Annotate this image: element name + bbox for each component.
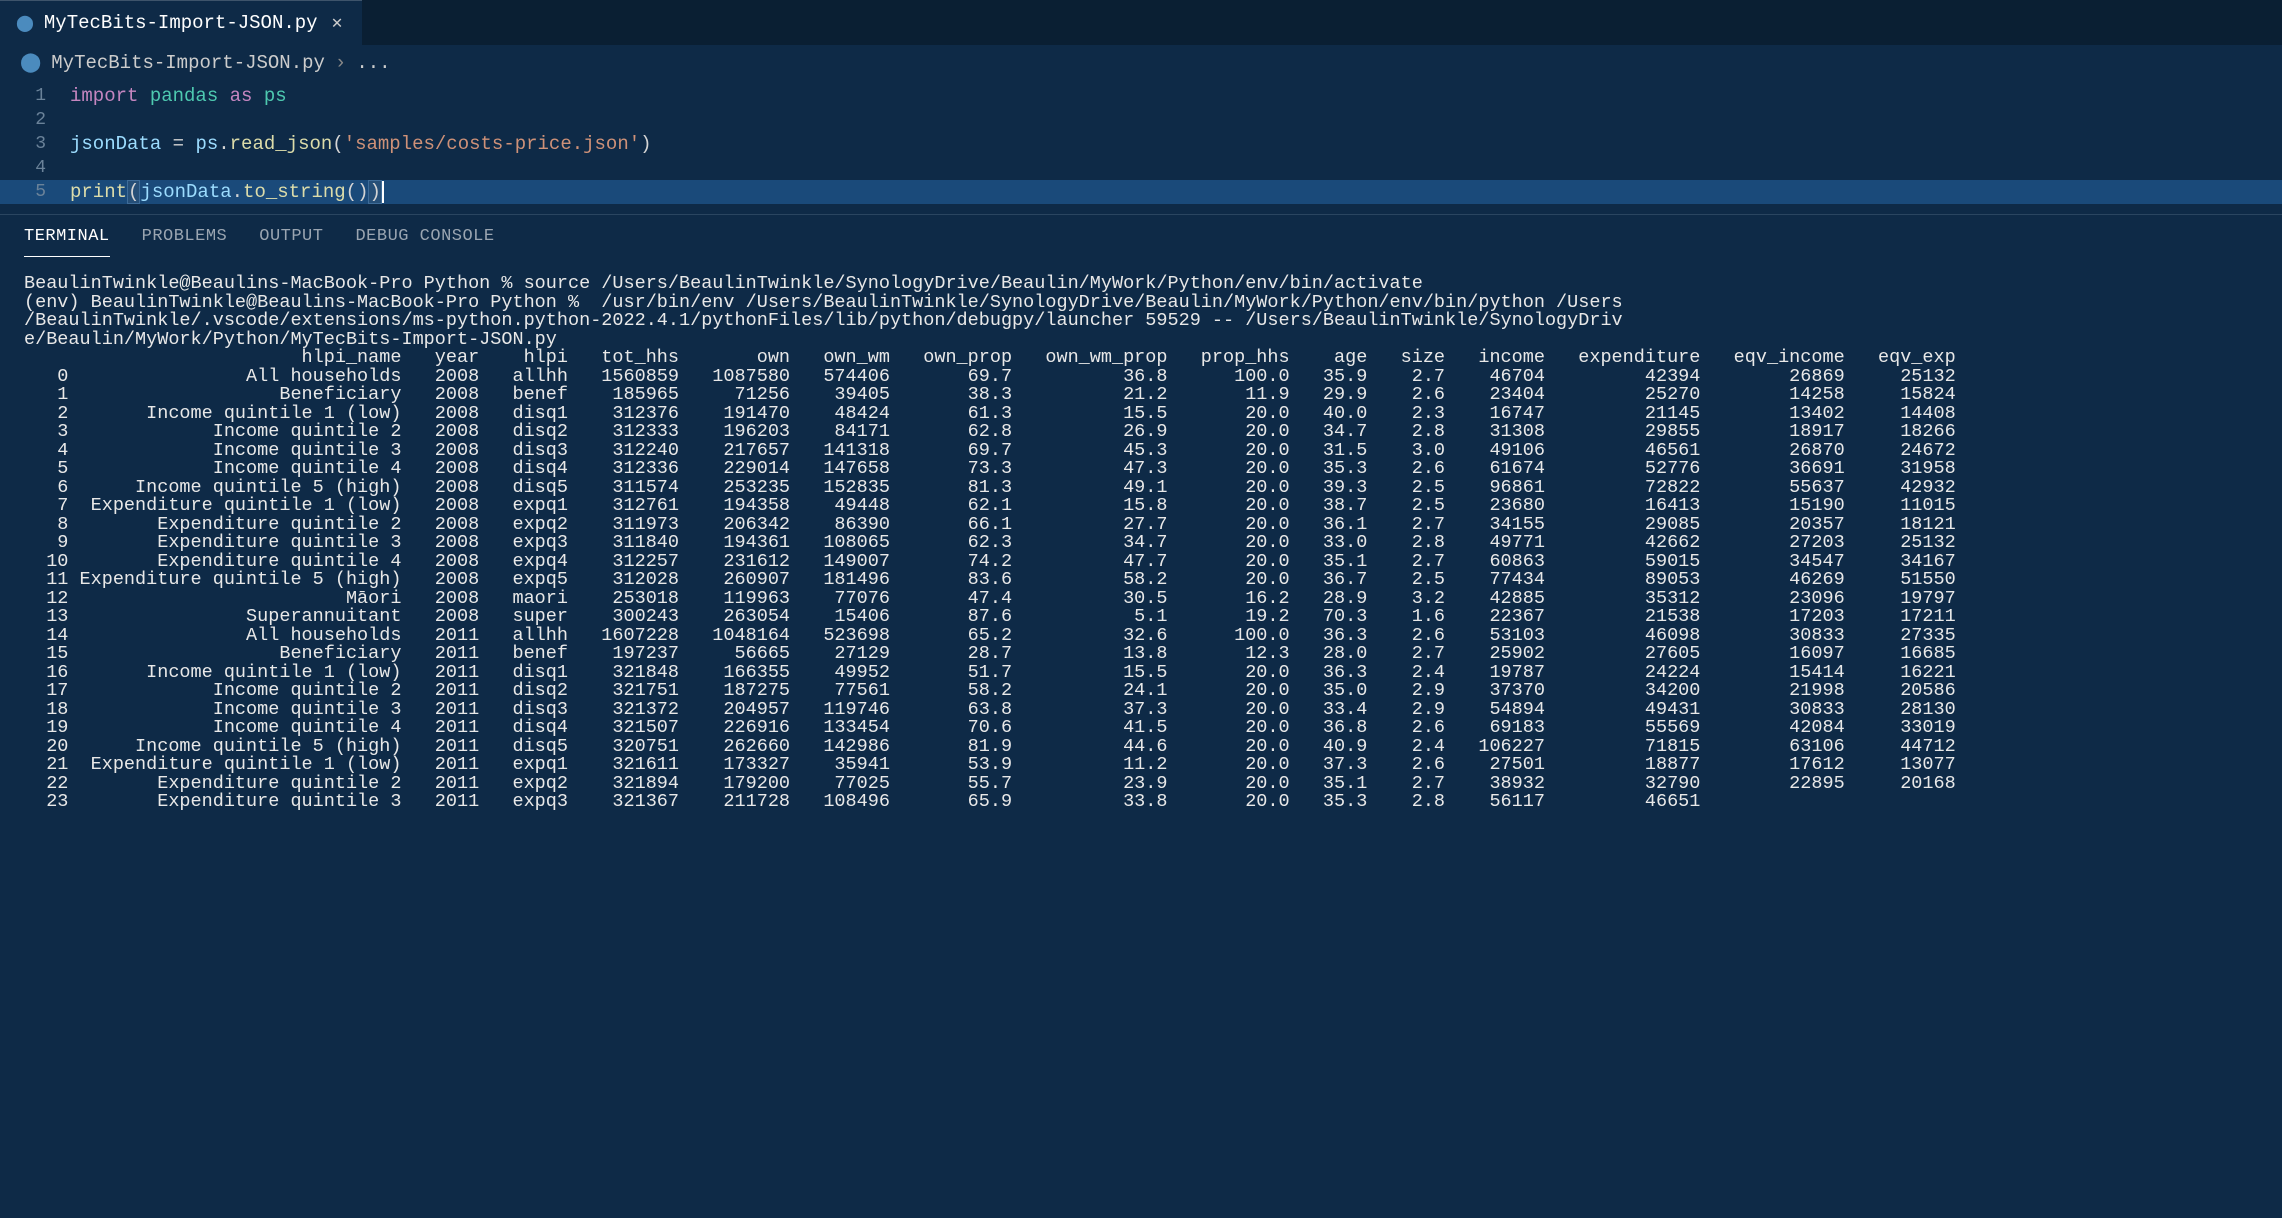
line-number: 2 bbox=[0, 108, 70, 132]
keyword: import bbox=[70, 85, 138, 107]
editor-tab-bar: ⬤ MyTecBits-Import-JSON.py ✕ bbox=[0, 0, 2282, 45]
terminal-line: 5 Income quintile 4 2008 disq4 312336 22… bbox=[24, 460, 2258, 479]
line-number: 4 bbox=[0, 156, 70, 180]
breadcrumb[interactable]: ⬤ MyTecBits-Import-JSON.py › ... bbox=[0, 45, 2282, 80]
function: read_json bbox=[230, 133, 333, 155]
punct: . bbox=[218, 133, 229, 155]
terminal-line: 23 Expenditure quintile 3 2011 expq3 321… bbox=[24, 793, 2258, 812]
breadcrumb-filename: MyTecBits-Import-JSON.py bbox=[51, 52, 325, 74]
tab-filename: MyTecBits-Import-JSON.py bbox=[44, 12, 318, 34]
paren: ( bbox=[127, 180, 140, 204]
terminal-line: 7 Expenditure quintile 1 (low) 2008 expq… bbox=[24, 497, 2258, 516]
line-number: 3 bbox=[0, 132, 70, 156]
terminal-line: 9 Expenditure quintile 3 2008 expq3 3118… bbox=[24, 534, 2258, 553]
terminal-line: hlpi_name year hlpi tot_hhs own own_wm o… bbox=[24, 349, 2258, 368]
paren: ) bbox=[368, 180, 381, 204]
terminal-output[interactable]: BeaulinTwinkle@Beaulins-MacBook-Pro Pyth… bbox=[0, 257, 2282, 830]
terminal-line: 1 Beneficiary 2008 benef 185965 71256 39… bbox=[24, 386, 2258, 405]
panel-tab-problems[interactable]: PROBLEMS bbox=[142, 227, 228, 257]
paren: () bbox=[346, 181, 369, 203]
terminal-line: BeaulinTwinkle@Beaulins-MacBook-Pro Pyth… bbox=[24, 275, 2258, 294]
breadcrumb-ellipsis: ... bbox=[356, 52, 390, 74]
line-number: 5 bbox=[0, 180, 70, 204]
method: to_string bbox=[243, 181, 346, 203]
python-file-icon: ⬤ bbox=[20, 51, 41, 74]
panel-tab-bar: TERMINAL PROBLEMS OUTPUT DEBUG CONSOLE bbox=[0, 214, 2282, 257]
editor-tab[interactable]: ⬤ MyTecBits-Import-JSON.py ✕ bbox=[0, 0, 362, 45]
alias: ps bbox=[264, 85, 287, 107]
terminal-line: 15 Beneficiary 2011 benef 197237 56665 2… bbox=[24, 645, 2258, 664]
python-file-icon: ⬤ bbox=[16, 13, 34, 33]
terminal-line: 11 Expenditure quintile 5 (high) 2008 ex… bbox=[24, 571, 2258, 590]
punct: . bbox=[232, 181, 243, 203]
panel-tab-terminal[interactable]: TERMINAL bbox=[24, 227, 110, 257]
function: print bbox=[70, 181, 127, 203]
line-number: 1 bbox=[0, 84, 70, 108]
string: 'samples/costs-price.json' bbox=[344, 133, 640, 155]
variable: jsonData bbox=[70, 133, 161, 155]
terminal-line: /BeaulinTwinkle/.vscode/extensions/ms-py… bbox=[24, 312, 2258, 331]
paren: ( bbox=[332, 133, 343, 155]
close-tab-button[interactable]: ✕ bbox=[328, 12, 347, 34]
terminal-line: 13 Superannuitant 2008 super 300243 2630… bbox=[24, 608, 2258, 627]
panel-tab-output[interactable]: OUTPUT bbox=[259, 227, 323, 257]
chevron-right-icon: › bbox=[335, 52, 346, 74]
paren: ) bbox=[640, 133, 651, 155]
module: pandas bbox=[150, 85, 218, 107]
terminal-line: 17 Income quintile 2 2011 disq2 321751 1… bbox=[24, 682, 2258, 701]
editor-cursor bbox=[382, 181, 384, 203]
variable: jsonData bbox=[140, 181, 231, 203]
module-ref: ps bbox=[195, 133, 218, 155]
code-editor[interactable]: 1 import pandas as ps 2 3 jsonData = ps.… bbox=[0, 80, 2282, 214]
keyword: as bbox=[230, 85, 253, 107]
panel-tab-debug[interactable]: DEBUG CONSOLE bbox=[355, 227, 494, 257]
terminal-line: 19 Income quintile 4 2011 disq4 321507 2… bbox=[24, 719, 2258, 738]
terminal-line: 3 Income quintile 2 2008 disq2 312333 19… bbox=[24, 423, 2258, 442]
terminal-line: 21 Expenditure quintile 1 (low) 2011 exp… bbox=[24, 756, 2258, 775]
operator: = bbox=[161, 133, 195, 155]
